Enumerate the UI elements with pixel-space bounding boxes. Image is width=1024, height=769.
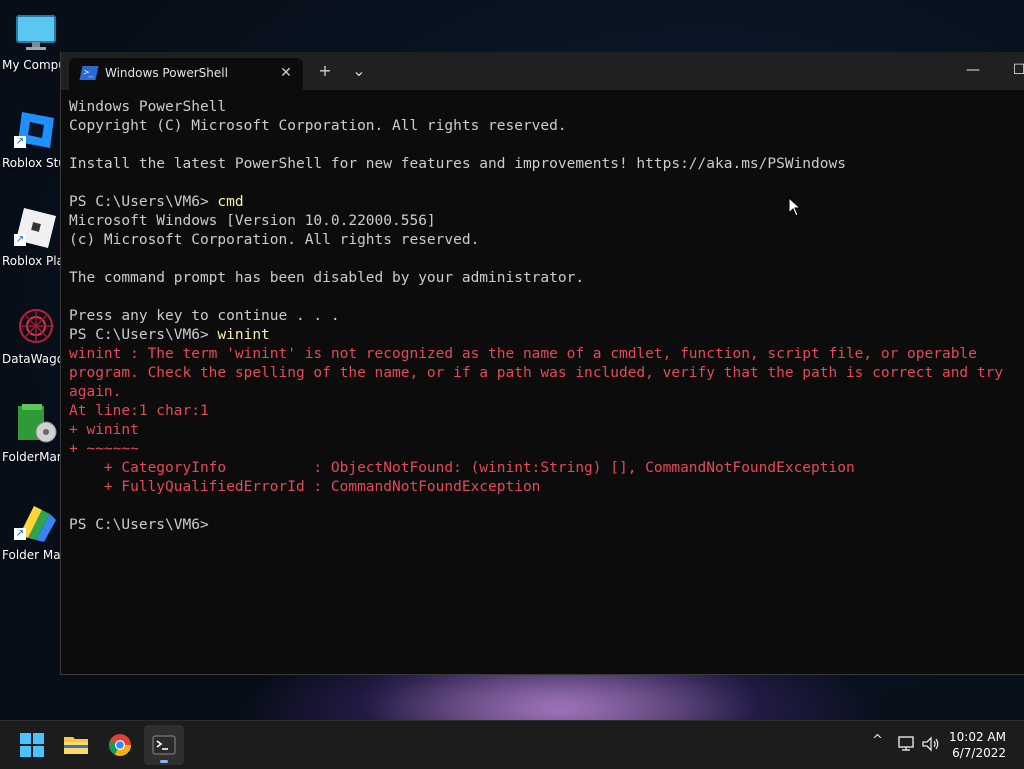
console-line: PS C:\Users\VM6>	[69, 516, 1021, 535]
console-line: Microsoft Windows [Version 10.0.22000.55…	[69, 213, 436, 229]
chrome-button[interactable]	[100, 725, 140, 765]
desktop-icon-roblox-studio[interactable]: ↗ Roblox Stu	[0, 100, 62, 180]
clock-time: 10:02 AM	[949, 730, 1006, 744]
console-line: program. Check the spelling of the name,…	[69, 365, 1004, 381]
console-line: + ~~~~~~	[69, 441, 139, 457]
tab-title: Windows PowerShell	[105, 66, 228, 80]
console-line: + FullyQualifiedErrorId : CommandNotFoun…	[69, 479, 541, 495]
folder-icon	[64, 737, 88, 754]
console-command: cmd	[217, 194, 244, 210]
console-prompt: PS C:\Users\VM6>	[69, 517, 209, 533]
desktop-icon-label: DataWago	[2, 352, 62, 366]
console-line: PS C:\Users\VM6> winint	[69, 326, 1021, 345]
start-button[interactable]	[12, 725, 52, 765]
console-line: + winint	[69, 422, 139, 438]
console-line: Install the latest PowerShell for new fe…	[69, 156, 846, 172]
taskbar: ^ 10:02 AM 6/7/2022	[0, 720, 1024, 769]
console-line: again.	[69, 384, 122, 400]
datawagon-icon	[19, 309, 53, 343]
desktop-icon-label: My Compu	[2, 58, 62, 72]
desktop-icon-foldermarker[interactable]: FolderMar	[0, 394, 62, 474]
shortcut-arrow-icon: ↗	[14, 528, 26, 540]
console-line: + CategoryInfo : ObjectNotFound: (winint…	[69, 460, 855, 476]
desktop-icon-label: Roblox Pla	[2, 254, 62, 268]
tab-windows-powershell[interactable]: >_ Windows PowerShell ✕	[69, 58, 303, 90]
console-prompt: PS C:\Users\VM6>	[69, 194, 218, 210]
active-indicator	[160, 760, 168, 763]
desktop-icon-my-computer[interactable]: My Compu	[0, 2, 62, 82]
tab-dropdown-icon[interactable]: ⌄	[349, 62, 369, 80]
desktop-icon-datawagon[interactable]: DataWago	[0, 296, 62, 376]
terminal-window: >_ Windows PowerShell ✕ + ⌄ — ☐ Windows …	[60, 52, 1024, 675]
title-bar[interactable]: >_ Windows PowerShell ✕ + ⌄ — ☐	[61, 52, 1024, 90]
console-command: winint	[217, 327, 270, 343]
minimize-button[interactable]: —	[963, 62, 983, 78]
console-line: (c) Microsoft Corporation. All rights re…	[69, 232, 480, 248]
console-line: Copyright (C) Microsoft Corporation. All…	[69, 118, 567, 134]
tab-close-icon[interactable]: ✕	[277, 64, 295, 82]
show-hidden-icons-button[interactable]: ^	[872, 733, 883, 748]
system-clock[interactable]: 10:02 AM 6/7/2022	[949, 729, 1006, 761]
network-icon[interactable]	[897, 735, 917, 753]
desktop-icons: My Compu ↗ Roblox Stu ↗ Roblox Pla DataW…	[0, 0, 62, 720]
file-explorer-button[interactable]	[56, 725, 96, 765]
console-line: The command prompt has been disabled by …	[69, 270, 585, 286]
desktop-icon-label: FolderMar	[2, 450, 62, 464]
chrome-icon	[109, 734, 131, 756]
mouse-pointer-icon	[788, 197, 802, 217]
console-output[interactable]: Windows PowerShell Copyright (C) Microsof…	[69, 98, 1021, 668]
new-tab-button[interactable]: +	[315, 62, 335, 80]
desktop-icon-label: Roblox Stu	[2, 156, 62, 170]
terminal-icon	[152, 735, 176, 755]
console-line: winint : The term 'winint' is not recogn…	[69, 346, 977, 362]
terminal-taskbar-button[interactable]	[144, 725, 184, 765]
console-line: At line:1 char:1	[69, 403, 209, 419]
volume-icon[interactable]	[921, 735, 941, 753]
powershell-icon: >_	[79, 66, 99, 80]
console-line: PS C:\Users\VM6> cmd	[69, 193, 1021, 212]
maximize-button[interactable]: ☐	[1009, 62, 1024, 78]
console-line: Press any key to continue . . .	[69, 308, 340, 324]
foldermarker-icon	[18, 404, 57, 443]
desktop-icon-roblox-player[interactable]: ↗ Roblox Pla	[0, 198, 62, 278]
console-prompt: PS C:\Users\VM6>	[69, 327, 218, 343]
shortcut-arrow-icon: ↗	[14, 234, 26, 246]
windows-logo-icon	[20, 733, 44, 757]
shortcut-arrow-icon: ↗	[14, 136, 26, 148]
console-line: Windows PowerShell	[69, 99, 227, 115]
desktop-icon-label: Folder Mar	[2, 548, 62, 562]
monitor-icon	[16, 15, 56, 50]
desktop-icon-folder-marker[interactable]: ↗ Folder Mar	[0, 492, 62, 572]
clock-date: 6/7/2022	[952, 746, 1006, 760]
